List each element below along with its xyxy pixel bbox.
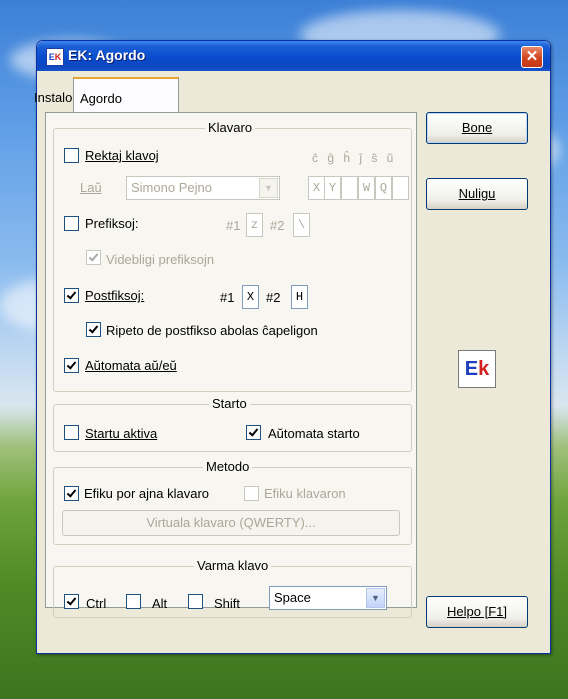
automata-au-checkbox[interactable]	[64, 358, 79, 373]
letter-key-g[interactable]: Y	[324, 176, 341, 200]
postfiksoj-n2-label: #2	[266, 290, 281, 305]
startu-aktiva-checkbox[interactable]	[64, 425, 79, 440]
postfiksoj-n1-field[interactable]: X	[242, 285, 259, 309]
postfiksoj-n2-field[interactable]: H	[291, 285, 308, 309]
prefiksoj-n1-label: #1	[226, 218, 241, 233]
letter-key-j[interactable]: W	[358, 176, 375, 200]
helpo-button-label: Helpo [F1]	[447, 604, 507, 619]
chevron-down-icon: ▼	[366, 588, 385, 608]
app-icon: EK	[46, 48, 64, 66]
postfiksoj-checkbox[interactable]	[64, 288, 79, 303]
automata-au-label[interactable]: Aŭtomata aŭ/eŭ	[85, 358, 177, 373]
ctrl-label[interactable]: Ctrl	[86, 596, 106, 611]
ctrl-checkbox[interactable]	[64, 594, 79, 609]
prefiksoj-n1-field[interactable]: z	[246, 213, 263, 237]
hotkey-select-value: Space	[274, 590, 311, 605]
efiku-klavaron-checkbox[interactable]	[244, 486, 259, 501]
chevron-down-icon: ▼	[259, 178, 278, 198]
startu-aktiva-label[interactable]: Startu aktiva	[85, 426, 157, 441]
shift-label[interactable]: Shift	[214, 596, 240, 611]
nuligu-button[interactable]: Nuligu	[426, 178, 528, 210]
alt-checkbox[interactable]	[126, 594, 141, 609]
letter-key-u[interactable]	[392, 176, 409, 200]
letter-key-s[interactable]: Q	[375, 176, 392, 200]
postfiksoj-label[interactable]: Postfiksoj:	[85, 288, 144, 303]
bone-button-label: Bone	[461, 120, 493, 135]
alt-label[interactable]: Alt	[152, 596, 167, 611]
hotkey-select[interactable]: Space ▼	[269, 586, 387, 610]
shift-checkbox[interactable]	[188, 594, 203, 609]
letters-header: ĉ ĝ ĥ ĵ ŝ ŭ	[312, 151, 397, 165]
ek-logo-icon: Ek	[458, 350, 496, 388]
efiku-por-ajna-label[interactable]: Efiku por ajna klavaro	[84, 486, 209, 501]
prefiksoj-checkbox[interactable]	[64, 216, 79, 231]
group-varma-klavo-title: Varma klavo	[194, 558, 272, 573]
nuligu-button-label: Nuligu	[458, 186, 496, 201]
rektaj-klavoj-label[interactable]: Rektaj klavoj	[85, 148, 159, 163]
virtuala-klavaro-button[interactable]: Virtuala klavaro (QWERTY)...	[62, 510, 400, 536]
bone-button[interactable]: Bone	[426, 112, 528, 144]
videbligi-label[interactable]: Videbligi prefiksojn	[106, 252, 214, 267]
letter-key-c[interactable]: X	[308, 176, 325, 200]
lau-label: Laŭ	[80, 180, 102, 195]
group-klavaro-title: Klavaro	[205, 120, 256, 135]
ripeto-label[interactable]: Ripeto de postfikso abolas ĉapeligon	[106, 323, 318, 338]
videbligi-checkbox[interactable]	[86, 250, 101, 265]
layout-select[interactable]: Simono Pejno ▼	[126, 176, 280, 200]
prefiksoj-n2-label: #2	[270, 218, 285, 233]
automata-starto-checkbox[interactable]	[246, 425, 261, 440]
ripeto-checkbox[interactable]	[86, 322, 101, 337]
tab-agordo[interactable]: Agordo	[73, 77, 179, 115]
rektaj-klavoj-checkbox[interactable]	[64, 148, 79, 163]
close-button[interactable]: ✕	[521, 46, 543, 68]
postfiksoj-n1-label: #1	[220, 290, 235, 305]
window-title: EK: Agordo	[68, 47, 146, 63]
prefiksoj-n2-field[interactable]: \	[293, 213, 310, 237]
automata-starto-label[interactable]: Aŭtomata starto	[268, 426, 360, 441]
title-bar[interactable]: EK EK: Agordo ✕	[37, 41, 550, 71]
efiku-klavaron-label[interactable]: Efiku klavaron	[264, 486, 346, 501]
group-metodo-title: Metodo	[203, 459, 253, 474]
prefiksoj-label[interactable]: Prefiksoj:	[85, 216, 138, 231]
letter-key-h[interactable]	[341, 176, 358, 200]
tab-instalo[interactable]: Instalo	[34, 90, 72, 105]
layout-select-value: Simono Pejno	[131, 180, 212, 195]
group-starto-title: Starto	[209, 396, 250, 411]
tab-agordo-label: Agordo	[80, 91, 122, 106]
helpo-button[interactable]: Helpo [F1]	[426, 596, 528, 628]
efiku-por-ajna-checkbox[interactable]	[64, 486, 79, 501]
